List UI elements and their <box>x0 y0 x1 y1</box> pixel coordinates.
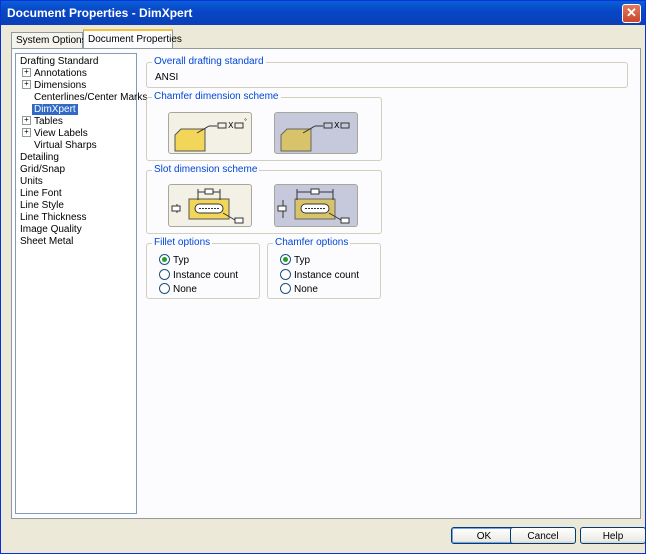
tree-item-tables[interactable]: Tables <box>34 116 63 127</box>
fillet-radio-none[interactable]: None <box>159 283 197 295</box>
title-bar[interactable]: Document Properties - DimXpert ✕ <box>1 1 645 25</box>
options-tree[interactable]: Drafting Standard + Annotations + Dimens… <box>15 53 147 514</box>
chamfer-scheme-icon: X <box>280 121 350 152</box>
radio-label: None <box>294 284 318 295</box>
tree-item-line-thickness[interactable]: Line Thickness <box>20 212 87 223</box>
slot-scheme-legend: Slot dimension scheme <box>152 164 260 175</box>
chamfer-scheme-icon: X ° <box>174 118 247 152</box>
radio-icon[interactable] <box>159 283 170 294</box>
radio-label: Typ <box>173 255 190 266</box>
svg-text:X: X <box>334 121 340 130</box>
radio-label: Instance count <box>294 270 360 281</box>
tree-item-image-quality[interactable]: Image Quality <box>20 224 82 235</box>
close-button[interactable]: ✕ <box>622 4 641 23</box>
chamfer-options-legend: Chamfer options <box>273 237 351 248</box>
close-icon: ✕ <box>626 5 637 20</box>
chamfer-scheme-legend: Chamfer dimension scheme <box>152 91 281 102</box>
svg-text:°: ° <box>244 118 247 125</box>
tree-item-dimensions[interactable]: Dimensions <box>34 80 86 91</box>
tree-item-detailing[interactable]: Detailing <box>20 152 59 163</box>
cancel-button[interactable]: Cancel <box>510 527 576 544</box>
document-properties-dialog: Document Properties - DimXpert ✕ System … <box>0 0 646 554</box>
slot-scheme-option-1[interactable] <box>168 184 252 227</box>
tree-item-dimxpert[interactable]: DimXpert <box>32 104 78 115</box>
radio-icon[interactable] <box>280 269 291 280</box>
expand-icon[interactable]: + <box>22 68 31 77</box>
chamfer-options-group: Chamfer options Typ Instance count None <box>267 237 381 299</box>
svg-text:X: X <box>228 121 234 130</box>
fillet-radio-instance-count[interactable]: Instance count <box>159 269 238 281</box>
slot-scheme-icon <box>171 188 244 224</box>
tab-system-options[interactable]: System Options <box>11 32 87 48</box>
tree-item-line-font[interactable]: Line Font <box>20 188 62 199</box>
chamfer-radio-instance-count[interactable]: Instance count <box>280 269 359 281</box>
expand-icon[interactable]: + <box>22 128 31 137</box>
ok-button[interactable]: OK <box>451 527 517 544</box>
radio-label: None <box>173 284 197 295</box>
window-title: Document Properties - DimXpert <box>7 6 193 20</box>
chamfer-scheme-option-2[interactable]: X <box>274 112 358 154</box>
radio-icon[interactable] <box>280 283 291 294</box>
tree-item-drafting-standard[interactable]: Drafting Standard <box>20 56 98 67</box>
radio-label: Instance count <box>173 270 239 281</box>
slot-dimension-scheme-group: Slot dimension scheme <box>146 164 382 234</box>
radio-icon[interactable] <box>159 269 170 280</box>
fillet-options-legend: Fillet options <box>152 237 213 248</box>
chamfer-scheme-option-1[interactable]: X ° <box>168 112 252 154</box>
radio-selected-icon[interactable] <box>280 254 291 265</box>
tree-item-sheet-metal[interactable]: Sheet Metal <box>20 236 73 247</box>
fillet-radio-typ[interactable]: Typ <box>159 254 189 266</box>
drafting-standard-value: ANSI <box>155 72 179 83</box>
expand-icon[interactable]: + <box>22 80 31 89</box>
chamfer-radio-typ[interactable]: Typ <box>280 254 310 266</box>
tree-item-line-style[interactable]: Line Style <box>20 200 64 211</box>
tree-item-annotations[interactable]: Annotations <box>34 68 87 79</box>
tree-item-centerlines[interactable]: Centerlines/Center Marks <box>34 92 147 103</box>
fillet-options-group: Fillet options Typ Instance count None <box>146 237 260 299</box>
radio-label: Typ <box>294 255 311 266</box>
tree-item-virtual-sharps[interactable]: Virtual Sharps <box>34 140 97 151</box>
expand-icon[interactable]: + <box>22 116 31 125</box>
radio-selected-icon[interactable] <box>159 254 170 265</box>
chamfer-radio-none[interactable]: None <box>280 283 318 295</box>
slot-scheme-icon <box>277 188 350 224</box>
tab-document-properties[interactable]: Document Properties <box>83 29 182 49</box>
tree-item-units[interactable]: Units <box>20 176 43 187</box>
overall-drafting-standard-legend: Overall drafting standard <box>152 56 266 67</box>
tree-item-view-labels[interactable]: View Labels <box>34 128 88 139</box>
help-button[interactable]: Help <box>580 527 646 544</box>
overall-drafting-standard-group: Overall drafting standard ANSI <box>146 56 628 88</box>
slot-scheme-option-2[interactable] <box>274 184 358 227</box>
chamfer-dimension-scheme-group: Chamfer dimension scheme X ° X <box>146 91 382 161</box>
tree-item-grid-snap[interactable]: Grid/Snap <box>20 164 65 175</box>
